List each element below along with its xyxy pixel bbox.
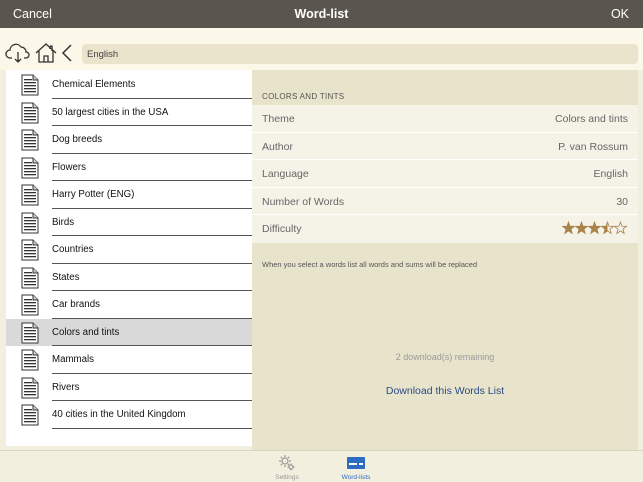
- document-icon: [21, 404, 39, 426]
- document-icon: [21, 212, 39, 234]
- property-value: 30: [616, 195, 628, 208]
- document-icon: [21, 349, 39, 371]
- document-icon: [21, 267, 39, 289]
- document-icon: [21, 129, 39, 151]
- list-item[interactable]: Rivers: [6, 374, 252, 401]
- page-title: Word-list: [294, 7, 349, 21]
- list-item-label: Colors and tints: [52, 326, 120, 338]
- difficulty-rating: [562, 221, 628, 235]
- list-item[interactable]: Dog breeds: [6, 126, 252, 154]
- list-item[interactable]: Chemical Elements: [6, 71, 252, 99]
- gears-icon: [278, 454, 296, 472]
- star-icon: [562, 221, 576, 235]
- tab-label: Word-lists: [341, 474, 371, 481]
- list-item-label: Countries: [52, 244, 94, 255]
- tab-word-lists[interactable]: Word-lists: [331, 453, 381, 481]
- downloads-remaining: 2 download(s) remaining: [395, 352, 495, 362]
- list-item-label: States: [52, 271, 80, 283]
- document-icon: [21, 157, 39, 179]
- list-item[interactable]: Flowers: [6, 154, 252, 181]
- list-item-label: Harry Potter (ENG): [52, 189, 135, 200]
- property-row-difficulty: Difficulty: [252, 215, 638, 243]
- property-row-theme: Theme Colors and tints: [252, 105, 638, 133]
- tab-label: Settings: [275, 474, 299, 481]
- document-icon: [21, 102, 39, 124]
- chevron-left-icon[interactable]: [60, 42, 74, 64]
- list-item-label: 50 largest cities in the USA: [52, 106, 169, 118]
- property-row-language: Language English: [252, 160, 638, 188]
- detail-panel: COLORS AND TINTS Theme Colors and tints …: [252, 70, 638, 450]
- property-value: Colors and tints: [555, 113, 628, 125]
- list-item-label: Car brands: [52, 299, 100, 310]
- word-list: Chemical Elements 50 largest cities in th…: [6, 70, 252, 446]
- star-icon: [587, 221, 602, 235]
- document-icon: [21, 184, 39, 206]
- property-key: Language: [262, 168, 309, 180]
- property-key: Number of Words: [262, 195, 345, 208]
- card-icon: [347, 454, 365, 472]
- list-item-label: Mammals: [52, 354, 94, 365]
- property-row-number-of-words: Number of Words 30: [252, 188, 638, 215]
- list-item[interactable]: 40 cities in the United Kingdom: [6, 401, 252, 429]
- document-icon: [21, 377, 39, 399]
- property-value: English: [593, 168, 628, 180]
- list-item[interactable]: Mammals: [6, 346, 252, 374]
- tab-bar: Settings Word-lists: [0, 450, 643, 482]
- star-icon: [574, 221, 589, 235]
- list-item[interactable]: Colors and tints: [6, 318, 252, 346]
- list-item[interactable]: States: [6, 264, 252, 291]
- property-key: Author: [262, 140, 293, 153]
- list-item-label: Dog breeds: [52, 134, 103, 145]
- document-icon: [21, 74, 39, 96]
- path-field[interactable]: English: [82, 44, 638, 64]
- property-row-author: Author P. van Rossum: [252, 133, 638, 160]
- download-button[interactable]: Download this Words List: [252, 385, 638, 397]
- list-item[interactable]: 50 largest cities in the USA: [6, 99, 252, 126]
- cloud-download-icon[interactable]: [5, 42, 31, 64]
- navigation-bar: Cancel Word-list OK: [0, 0, 643, 28]
- list-item-label: 40 cities in the United Kingdom: [52, 409, 186, 420]
- divider: [52, 427, 252, 429]
- property-key: Difficulty: [262, 223, 302, 235]
- list-item[interactable]: Car brands: [6, 291, 252, 319]
- document-icon: [21, 322, 39, 344]
- list-item[interactable]: Birds: [6, 209, 252, 236]
- ok-button[interactable]: OK: [611, 7, 629, 21]
- section-header: COLORS AND TINTS: [262, 92, 345, 101]
- list-item[interactable]: Harry Potter (ENG): [6, 181, 252, 209]
- property-value: P. van Rossum: [558, 140, 628, 153]
- properties-table: Theme Colors and tints Author P. van Ros…: [252, 105, 638, 243]
- list-item[interactable]: Countries: [6, 236, 252, 264]
- list-item-label: Flowers: [52, 161, 86, 173]
- list-item-label: Rivers: [52, 381, 80, 393]
- list-item-label: Birds: [52, 216, 75, 228]
- tab-settings[interactable]: Settings: [262, 453, 312, 481]
- list-item-label: Chemical Elements: [52, 79, 136, 90]
- document-icon: [21, 294, 39, 316]
- star-icon: [600, 221, 615, 235]
- home-icon[interactable]: [34, 42, 58, 64]
- replace-warning: When you select a words list all words a…: [262, 260, 478, 269]
- property-key: Theme: [262, 113, 295, 125]
- document-icon: [21, 239, 39, 261]
- star-icon: [613, 221, 628, 235]
